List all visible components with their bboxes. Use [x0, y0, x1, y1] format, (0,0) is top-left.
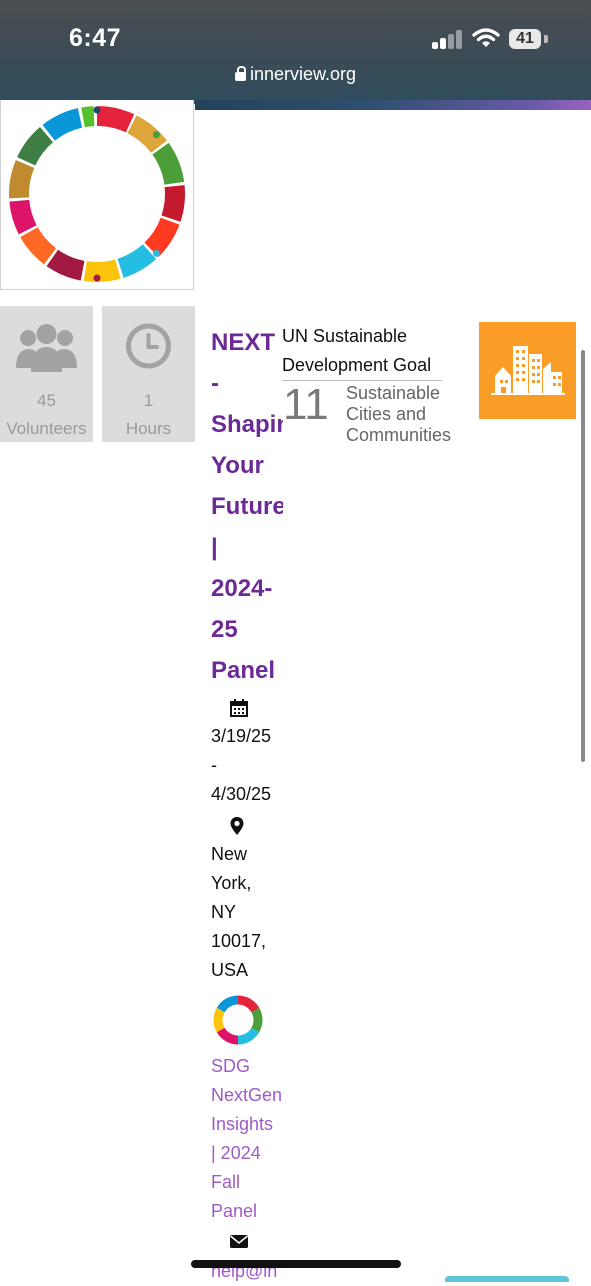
event-location-line: USA	[211, 960, 249, 980]
battery-icon: 41	[509, 29, 541, 49]
map-pin-icon	[211, 816, 283, 840]
sdg-color-wheel-icon	[9, 105, 185, 282]
status-time: 6:47	[69, 24, 122, 52]
event-title-line[interactable]: Shapin	[211, 404, 283, 445]
event-dates: 3/19/25 - 4/30/25	[211, 722, 283, 809]
organization-logo[interactable]	[0, 100, 194, 290]
volunteers-stat: 45 Volunteers	[0, 306, 93, 442]
hours-stat: 1 Hours	[102, 306, 195, 442]
event-details: NEXT - Shapin Your Future | 2024- 25 Pan…	[211, 322, 283, 1286]
event-title-line[interactable]: |	[211, 527, 283, 568]
program-link-line[interactable]: Fall	[211, 1168, 283, 1197]
event-date-line: 4/30/25	[211, 784, 272, 804]
header-gradient-strip	[195, 100, 591, 110]
event-title-line[interactable]: Panel	[211, 650, 283, 691]
sdg-goal-name-line: Communities	[346, 425, 452, 445]
event-location-line: NY	[211, 902, 237, 922]
program-link-line[interactable]: | 2024	[211, 1139, 283, 1168]
envelope-icon	[211, 1233, 283, 1257]
hours-count: 1	[143, 391, 154, 410]
clock-icon	[126, 323, 171, 369]
event-title[interactable]: NEXT - Shapin Your Future | 2024- 25 Pan…	[211, 322, 283, 691]
battery-nub	[544, 35, 548, 43]
program-link[interactable]: SDG NextGen Insights | 2024 Fall Panel	[211, 1052, 283, 1226]
sdg-goal-name-line: Cities and	[346, 404, 427, 424]
city-buildings-icon	[491, 346, 565, 395]
event-title-line[interactable]: -	[211, 363, 283, 404]
sdg-goal-name: Sustainable Cities and Communities	[346, 383, 476, 446]
status-bar: 6:47 41 innerview.org	[0, 0, 591, 104]
lock-icon	[234, 66, 246, 81]
vertical-scrollbar[interactable]	[581, 350, 585, 762]
event-title-line[interactable]: 2024-	[211, 568, 283, 609]
event-location: New York, NY 10017, USA	[211, 840, 283, 985]
hours-label: Hours	[125, 419, 172, 438]
url-text[interactable]: innerview.org	[250, 64, 356, 84]
event-location-line: New	[211, 844, 248, 864]
wifi-icon	[472, 28, 500, 47]
sdg-goal-name-line: Sustainable	[346, 383, 441, 403]
event-location-line: York,	[211, 873, 252, 893]
program-link-line[interactable]: Insights	[211, 1110, 283, 1139]
sdg-heading: UN Sustainable Development Goal	[282, 322, 452, 380]
event-title-line[interactable]: Your	[211, 445, 283, 486]
program-link-line[interactable]: Panel	[211, 1197, 283, 1226]
sdg-heading-line2: Development Goal	[282, 355, 432, 375]
sdg-goal-number: 11	[283, 380, 329, 429]
sdg-goal-tile[interactable]	[479, 322, 576, 419]
sdg-heading-line1: UN Sustainable	[282, 326, 408, 346]
teal-button-edge[interactable]	[445, 1276, 569, 1282]
program-link-line[interactable]: SDG	[211, 1052, 283, 1081]
volunteers-label: Volunteers	[6, 419, 87, 438]
event-title-line[interactable]: Future	[211, 486, 283, 527]
event-date-line: 3/19/25	[211, 726, 272, 746]
home-indicator[interactable]	[191, 1260, 401, 1268]
volunteers-icon	[16, 324, 77, 372]
event-title-line[interactable]: NEXT	[211, 322, 283, 363]
calendar-icon	[211, 698, 283, 722]
event-location-line: 10017,	[211, 931, 267, 951]
event-title-line[interactable]: 25	[211, 609, 283, 650]
cellular-signal-icon	[432, 29, 462, 49]
sdg-wheel-icon[interactable]	[211, 993, 283, 1052]
program-link-line[interactable]: NextGen	[211, 1081, 283, 1110]
volunteers-count: 45	[37, 391, 56, 410]
event-date-line: -	[211, 755, 217, 775]
address-bar[interactable]: innerview.org	[0, 64, 591, 85]
